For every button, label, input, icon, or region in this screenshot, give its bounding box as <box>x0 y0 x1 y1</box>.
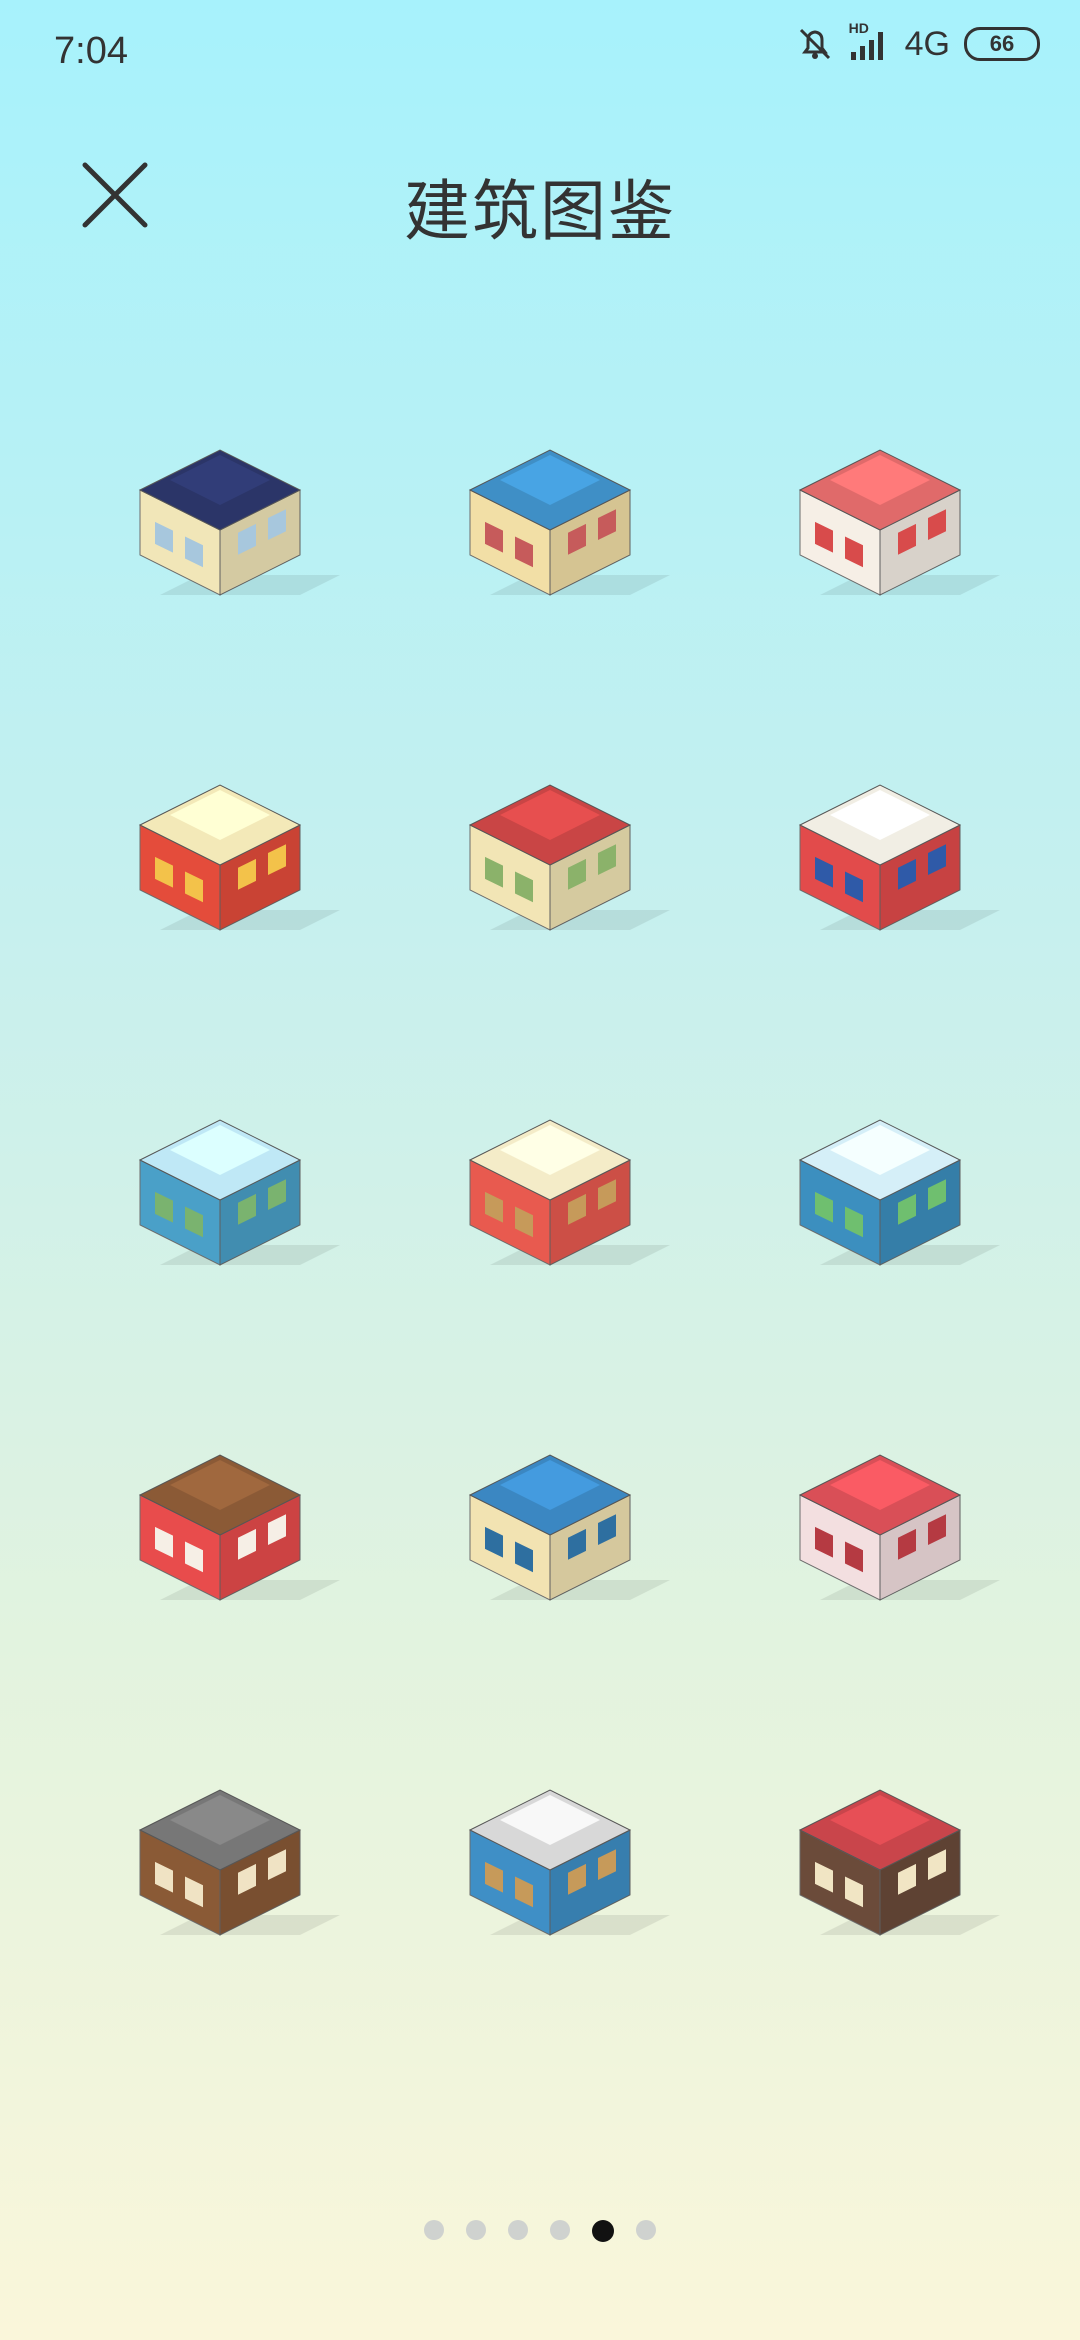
page-dot-5[interactable] <box>592 2220 614 2242</box>
building-illustration <box>468 1119 670 1266</box>
building-greenhouse[interactable] <box>100 1030 340 1290</box>
building-cafe[interactable] <box>760 360 1000 620</box>
building-illustration <box>138 1119 340 1266</box>
battery-icon: 66 <box>964 27 1040 61</box>
building-illustration <box>138 449 340 596</box>
building-fast-food[interactable] <box>100 695 340 955</box>
building-food-truck[interactable] <box>430 1030 670 1290</box>
network-type: 4G <box>904 24 950 63</box>
building-restaurant[interactable] <box>100 1365 340 1625</box>
building-illustration <box>138 784 340 931</box>
building-clock-tower[interactable] <box>430 695 670 955</box>
building-illustration <box>138 1789 340 1936</box>
building-parking-garage[interactable] <box>430 1700 670 1960</box>
battery-level: 66 <box>989 31 1015 56</box>
status-bar: 7:04 HD 4G 66 <box>0 0 1080 105</box>
building-ramen-shop[interactable] <box>100 1700 340 1960</box>
building-illustration <box>468 449 670 596</box>
building-fire-station[interactable] <box>760 1365 1000 1625</box>
page-dot-6[interactable] <box>636 2220 656 2240</box>
building-glass-tower[interactable] <box>760 1030 1000 1290</box>
bell-off-icon <box>799 28 830 60</box>
signal-group: HD <box>849 20 891 62</box>
hd-label: HD <box>848 20 869 36</box>
building-farm-barn[interactable] <box>760 1700 1000 1960</box>
building-illustration <box>468 1454 670 1601</box>
building-illustration <box>468 784 670 931</box>
page-dot-2[interactable] <box>466 2220 486 2240</box>
pagination <box>0 2220 1080 2242</box>
page-dot-4[interactable] <box>550 2220 570 2240</box>
header: 建筑图鉴 <box>0 150 1080 250</box>
building-illustration <box>468 1789 670 1936</box>
page-dot-1[interactable] <box>424 2220 444 2240</box>
status-icons: HD 4G 66 <box>795 20 1040 64</box>
building-blue-roof-house[interactable] <box>430 360 670 620</box>
building-illustration <box>798 1789 1000 1936</box>
building-illustration <box>798 449 1000 596</box>
building-gas-station[interactable] <box>760 695 1000 955</box>
building-illustration <box>798 1119 1000 1266</box>
building-police-station[interactable] <box>430 1365 670 1625</box>
page-title: 建筑图鉴 <box>404 174 676 248</box>
building-post-office[interactable] <box>100 360 340 620</box>
building-illustration <box>138 1454 340 1601</box>
building-illustration <box>798 784 1000 931</box>
page-dot-3[interactable] <box>508 2220 528 2240</box>
status-time: 7:04 <box>54 30 128 72</box>
building-illustration <box>798 1454 1000 1601</box>
